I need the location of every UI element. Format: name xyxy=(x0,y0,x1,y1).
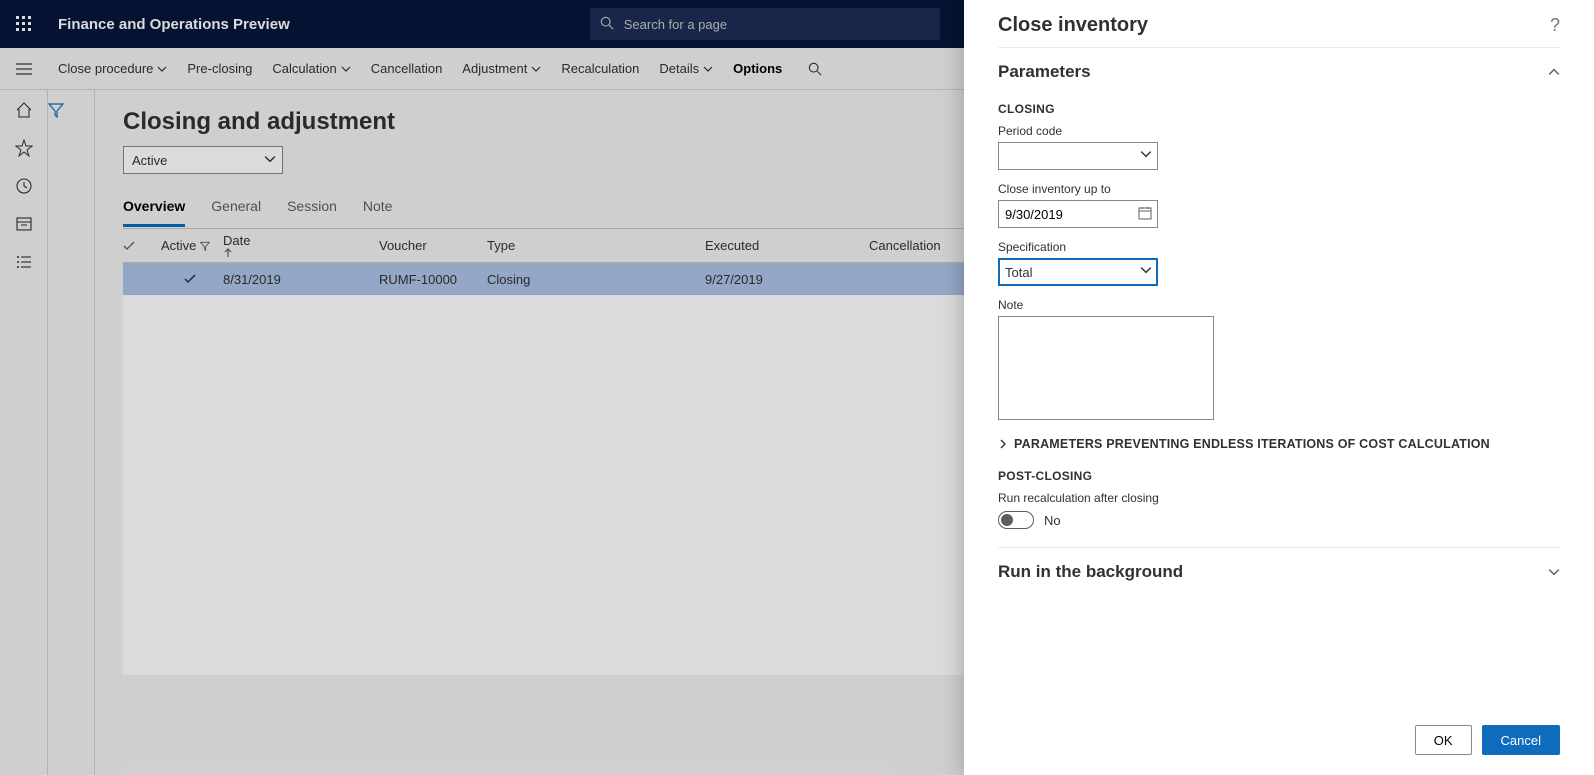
chevron-down-icon xyxy=(1140,148,1152,160)
chevron-down-icon xyxy=(703,64,713,74)
specification-value: Total xyxy=(1005,265,1032,280)
chevron-down-icon xyxy=(264,153,276,165)
close-up-to-text[interactable] xyxy=(1005,201,1135,227)
section-parameters[interactable]: Parameters xyxy=(998,47,1560,92)
tab-note[interactable]: Note xyxy=(363,192,393,227)
cancel-button[interactable]: Cancel xyxy=(1482,725,1560,755)
chevron-up-icon xyxy=(1548,66,1560,78)
field-close-up-to: Close inventory up to xyxy=(998,182,1560,228)
panel-header: Close inventory ? xyxy=(964,0,1594,47)
field-specification: Specification Total xyxy=(998,240,1560,286)
search-icon xyxy=(600,16,614,30)
col-cancellation[interactable]: Cancellation xyxy=(869,238,969,253)
section-endless-iterations[interactable]: PARAMETERS PREVENTING ENDLESS ITERATIONS… xyxy=(998,437,1560,451)
specification-label: Specification xyxy=(998,240,1560,254)
chevron-down-icon xyxy=(341,64,351,74)
close-up-to-input[interactable] xyxy=(998,200,1158,228)
ok-button[interactable]: OK xyxy=(1415,725,1472,755)
waffle-icon[interactable] xyxy=(0,0,48,48)
menu-label: Pre-closing xyxy=(187,61,252,76)
star-icon[interactable] xyxy=(14,138,34,158)
filter-pane xyxy=(48,90,95,775)
cell-executed: 9/27/2019 xyxy=(705,272,869,287)
tab-general[interactable]: General xyxy=(211,192,261,227)
cell-active xyxy=(161,273,219,285)
note-textarea[interactable] xyxy=(998,316,1214,420)
menu-details[interactable]: Details xyxy=(649,48,723,90)
view-filter-dropdown[interactable]: Active xyxy=(123,146,283,174)
menu-close-procedure[interactable]: Close procedure xyxy=(48,48,177,90)
clock-icon[interactable] xyxy=(14,176,34,196)
chevron-right-icon xyxy=(998,439,1008,449)
action-search-icon[interactable] xyxy=(798,48,832,90)
menu-label: Options xyxy=(733,61,782,76)
closing-caption: CLOSING xyxy=(998,102,1560,116)
period-code-select[interactable] xyxy=(998,142,1158,170)
specification-select[interactable]: Total xyxy=(998,258,1158,286)
section-label: Run in the background xyxy=(998,562,1183,582)
chevron-down-icon xyxy=(1548,566,1560,578)
nav-hamburger-icon[interactable] xyxy=(0,48,48,90)
menu-pre-closing[interactable]: Pre-closing xyxy=(177,48,262,90)
field-period-code: Period code xyxy=(998,124,1560,170)
menu-adjustment[interactable]: Adjustment xyxy=(452,48,551,90)
view-filter-value: Active xyxy=(132,153,167,168)
panel-footer: OK Cancel xyxy=(964,713,1594,775)
run-recalc-toggle[interactable] xyxy=(998,511,1034,529)
field-note: Note xyxy=(998,298,1560,423)
col-date[interactable]: Date xyxy=(219,233,379,258)
left-rail xyxy=(0,90,48,775)
menu-options[interactable]: Options xyxy=(723,48,792,90)
col-label: Date xyxy=(223,233,250,248)
module-icon[interactable] xyxy=(14,214,34,234)
chevron-down-icon xyxy=(531,64,541,74)
menu-label: Adjustment xyxy=(462,61,527,76)
field-run-recalc: Run recalculation after closing No xyxy=(998,491,1560,529)
section-run-background[interactable]: Run in the background xyxy=(998,547,1560,592)
section-label: Parameters xyxy=(998,62,1091,82)
filter-icon[interactable] xyxy=(48,102,94,118)
col-select[interactable] xyxy=(123,240,161,252)
post-closing-caption: POST-CLOSING xyxy=(998,469,1560,483)
cell-date: 8/31/2019 xyxy=(219,272,379,287)
col-active[interactable]: Active xyxy=(161,238,219,253)
run-recalc-label: Run recalculation after closing xyxy=(998,491,1560,505)
cell-voucher: RUMF-10000 xyxy=(379,272,487,287)
cell-type: Closing xyxy=(487,272,705,287)
search-input[interactable] xyxy=(590,8,940,40)
note-label: Note xyxy=(998,298,1560,312)
col-label: Active xyxy=(161,238,196,253)
sort-asc-icon xyxy=(223,248,379,258)
close-up-to-label: Close inventory up to xyxy=(998,182,1560,196)
menu-calculation[interactable]: Calculation xyxy=(262,48,360,90)
filter-icon xyxy=(200,241,210,251)
menu-cancellation[interactable]: Cancellation xyxy=(361,48,453,90)
home-icon[interactable] xyxy=(14,100,34,120)
menu-label: Details xyxy=(659,61,699,76)
run-recalc-value: No xyxy=(1044,513,1061,528)
period-code-label: Period code xyxy=(998,124,1560,138)
chevron-down-icon xyxy=(157,64,167,74)
list-icon[interactable] xyxy=(14,252,34,272)
app-title: Finance and Operations Preview xyxy=(58,16,290,33)
calendar-icon[interactable] xyxy=(1138,206,1152,220)
menu-label: Close procedure xyxy=(58,61,153,76)
tab-overview[interactable]: Overview xyxy=(123,192,185,227)
help-icon[interactable]: ? xyxy=(1550,15,1560,36)
col-voucher[interactable]: Voucher xyxy=(379,238,487,253)
panel-title: Close inventory xyxy=(998,14,1148,37)
col-executed[interactable]: Executed xyxy=(705,238,869,253)
col-type[interactable]: Type xyxy=(487,238,705,253)
side-panel: Close inventory ? Parameters CLOSING Per… xyxy=(964,0,1594,775)
menu-recalculation[interactable]: Recalculation xyxy=(551,48,649,90)
menu-label: Recalculation xyxy=(561,61,639,76)
endless-label: PARAMETERS PREVENTING ENDLESS ITERATIONS… xyxy=(1014,437,1490,451)
search-container xyxy=(590,8,940,40)
tab-session[interactable]: Session xyxy=(287,192,337,227)
menu-label: Cancellation xyxy=(371,61,443,76)
menu-label: Calculation xyxy=(272,61,336,76)
chevron-down-icon xyxy=(1140,264,1152,276)
panel-body: Parameters CLOSING Period code Close inv… xyxy=(964,47,1594,713)
